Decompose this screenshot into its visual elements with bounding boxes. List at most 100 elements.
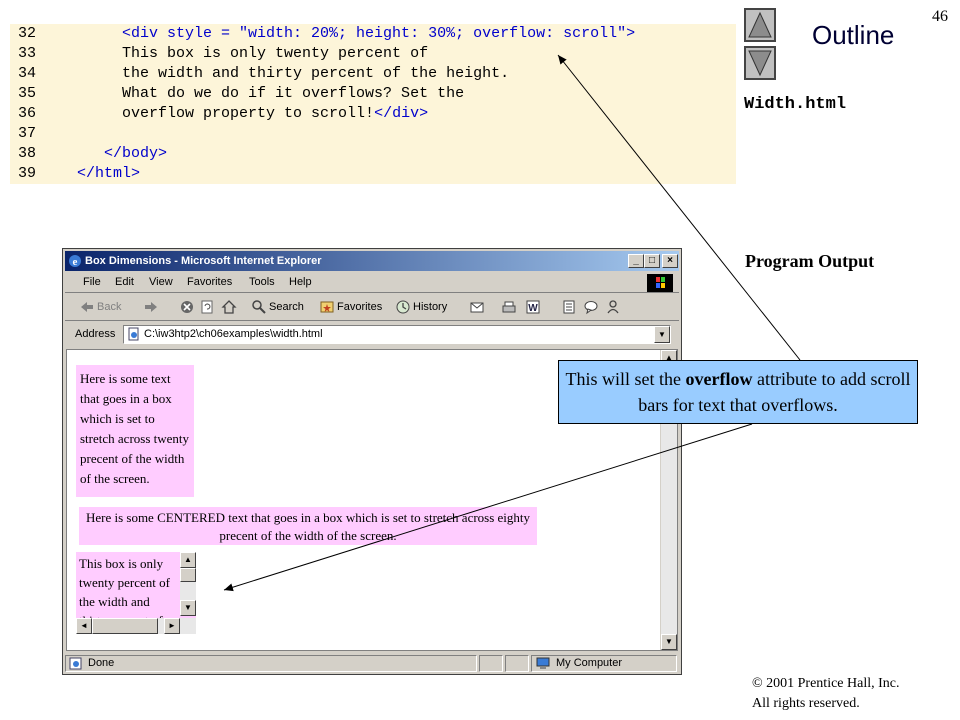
code-source: This box is only twenty percent of (50, 44, 428, 64)
printer-icon (502, 301, 516, 313)
slide-number: 46 (932, 8, 948, 25)
search-label: Search (269, 301, 304, 313)
status-pane-main: Done (65, 655, 477, 672)
browser-window: e Box Dimensions - Microsoft Internet Ex… (62, 248, 682, 675)
favorites-button[interactable]: Favorites (319, 299, 382, 315)
next-slide-button[interactable] (744, 46, 776, 80)
history-button[interactable]: History (395, 299, 447, 315)
windows-flag-icon (647, 274, 673, 292)
menu-file[interactable]: File (83, 276, 101, 288)
contacts-button[interactable] (605, 299, 621, 315)
person-icon (607, 300, 619, 314)
home-icon (221, 300, 237, 314)
menu-edit[interactable]: Edit (115, 276, 134, 288)
mail-icon (470, 302, 484, 313)
outline-title[interactable]: Outline (812, 20, 894, 51)
document-icon (563, 300, 575, 314)
box-scroll-right-button[interactable]: ► (164, 618, 180, 634)
line-number: 34 (18, 65, 37, 82)
menu-favorites[interactable]: Favorites (187, 276, 232, 288)
address-dropdown-button[interactable]: ▼ (654, 326, 670, 343)
page-icon (128, 327, 139, 341)
history-icon (396, 300, 410, 314)
menu-tools[interactable]: Tools (249, 276, 275, 288)
box-scroll-thumb[interactable] (180, 568, 196, 582)
box-vertical-scrollbar[interactable]: ▲ ▼ (180, 552, 196, 616)
code-text: overflow property to scroll! (122, 105, 375, 122)
code-source: <div style = "width: 20%; height: 30%; o… (50, 24, 635, 44)
search-button[interactable]: Search (251, 299, 304, 315)
close-button[interactable]: × (662, 254, 678, 268)
forward-button[interactable] (143, 299, 159, 315)
line-number: 39 (18, 165, 37, 182)
favorites-icon (320, 301, 334, 313)
mail-button[interactable] (469, 299, 485, 315)
code-source: What do we do if it overflows? Set the (50, 84, 464, 104)
refresh-icon (201, 300, 213, 314)
maximize-button[interactable]: □ (644, 254, 660, 268)
line-number: 36 (18, 105, 37, 122)
menu-help[interactable]: Help (289, 276, 312, 288)
twenty-percent-box: Here is some text that goes in a box whi… (76, 365, 194, 497)
code-line: 34 the width and thirty percent of the h… (10, 64, 736, 84)
messenger-button[interactable] (583, 299, 599, 315)
line-number: 38 (18, 145, 37, 162)
ie-logo-icon: e (69, 255, 81, 268)
svg-text:W: W (528, 303, 538, 314)
callout-keyword: overflow (685, 369, 753, 389)
toolbar: Back Search Favorites History W (65, 295, 679, 321)
favorites-label: Favorites (337, 301, 383, 313)
line-number: 37 (18, 125, 37, 142)
box-scroll-up-button[interactable]: ▲ (180, 552, 196, 568)
code-tag: <div style = "width: 20%; height: 30%; o… (122, 25, 636, 42)
centered-eighty-percent-box: Here is some CENTERED text that goes in … (79, 507, 537, 545)
svg-text:e: e (73, 256, 78, 268)
rights-line: All rights reserved. (752, 696, 860, 711)
overflow-scroll-box: This box is only twenty percent of the w… (76, 552, 196, 634)
minimize-button[interactable]: _ (628, 254, 644, 268)
window-titlebar: e Box Dimensions - Microsoft Internet Ex… (65, 251, 679, 271)
callout-text-pre: This will set the (565, 369, 686, 389)
code-text: the width and thirty percent of the heig… (122, 65, 510, 82)
box-horizontal-scrollbar[interactable]: ◄ ► (76, 618, 196, 634)
triangle-up-icon (748, 11, 772, 38)
previous-slide-button[interactable] (744, 8, 776, 42)
code-tag: </body> (104, 145, 168, 162)
address-bar: Address C:\iw3htp2\ch06examples\width.ht… (65, 323, 679, 347)
file-name: Width.html (744, 95, 847, 114)
triangle-down-icon (748, 50, 772, 77)
chat-bubble-icon (584, 301, 598, 315)
refresh-button[interactable] (199, 299, 215, 315)
print-button[interactable] (501, 299, 517, 315)
menu-view[interactable]: View (149, 276, 173, 288)
code-line: 35 What do we do if it overflows? Set th… (10, 84, 736, 104)
edit-button[interactable]: W (525, 299, 541, 315)
code-text: This box is only twenty percent of (122, 45, 429, 62)
back-button[interactable]: Back (79, 299, 121, 315)
code-source: the width and thirty percent of the heig… (50, 64, 509, 84)
page-scroll-down-button[interactable]: ▼ (661, 634, 677, 650)
code-tag: </div> (374, 105, 429, 122)
stop-button[interactable] (179, 299, 195, 315)
code-text: What do we do if it overflows? Set the (122, 85, 465, 102)
page-done-icon (69, 657, 82, 670)
code-tag: </html> (77, 165, 141, 182)
status-pane-small (479, 655, 503, 672)
box-hscroll-thumb[interactable] (92, 618, 158, 634)
program-output-label: Program Output (745, 251, 875, 271)
code-source: overflow property to scroll!</div> (50, 104, 428, 124)
status-text: Done (88, 657, 115, 669)
address-value: C:\iw3htp2\ch06examples\width.html (144, 328, 323, 340)
box-scroll-down-button[interactable]: ▼ (180, 600, 196, 616)
box-scroll-left-button[interactable]: ◄ (76, 618, 92, 634)
home-button[interactable] (221, 299, 237, 315)
code-line: 33 This box is only twenty percent of (10, 44, 736, 64)
code-listing: 32 <div style = "width: 20%; height: 30%… (10, 24, 736, 184)
address-input[interactable]: C:\iw3htp2\ch06examples\width.html ▼ (123, 325, 671, 344)
discuss-button[interactable] (561, 299, 577, 315)
status-bar: Done My Computer (65, 653, 679, 673)
